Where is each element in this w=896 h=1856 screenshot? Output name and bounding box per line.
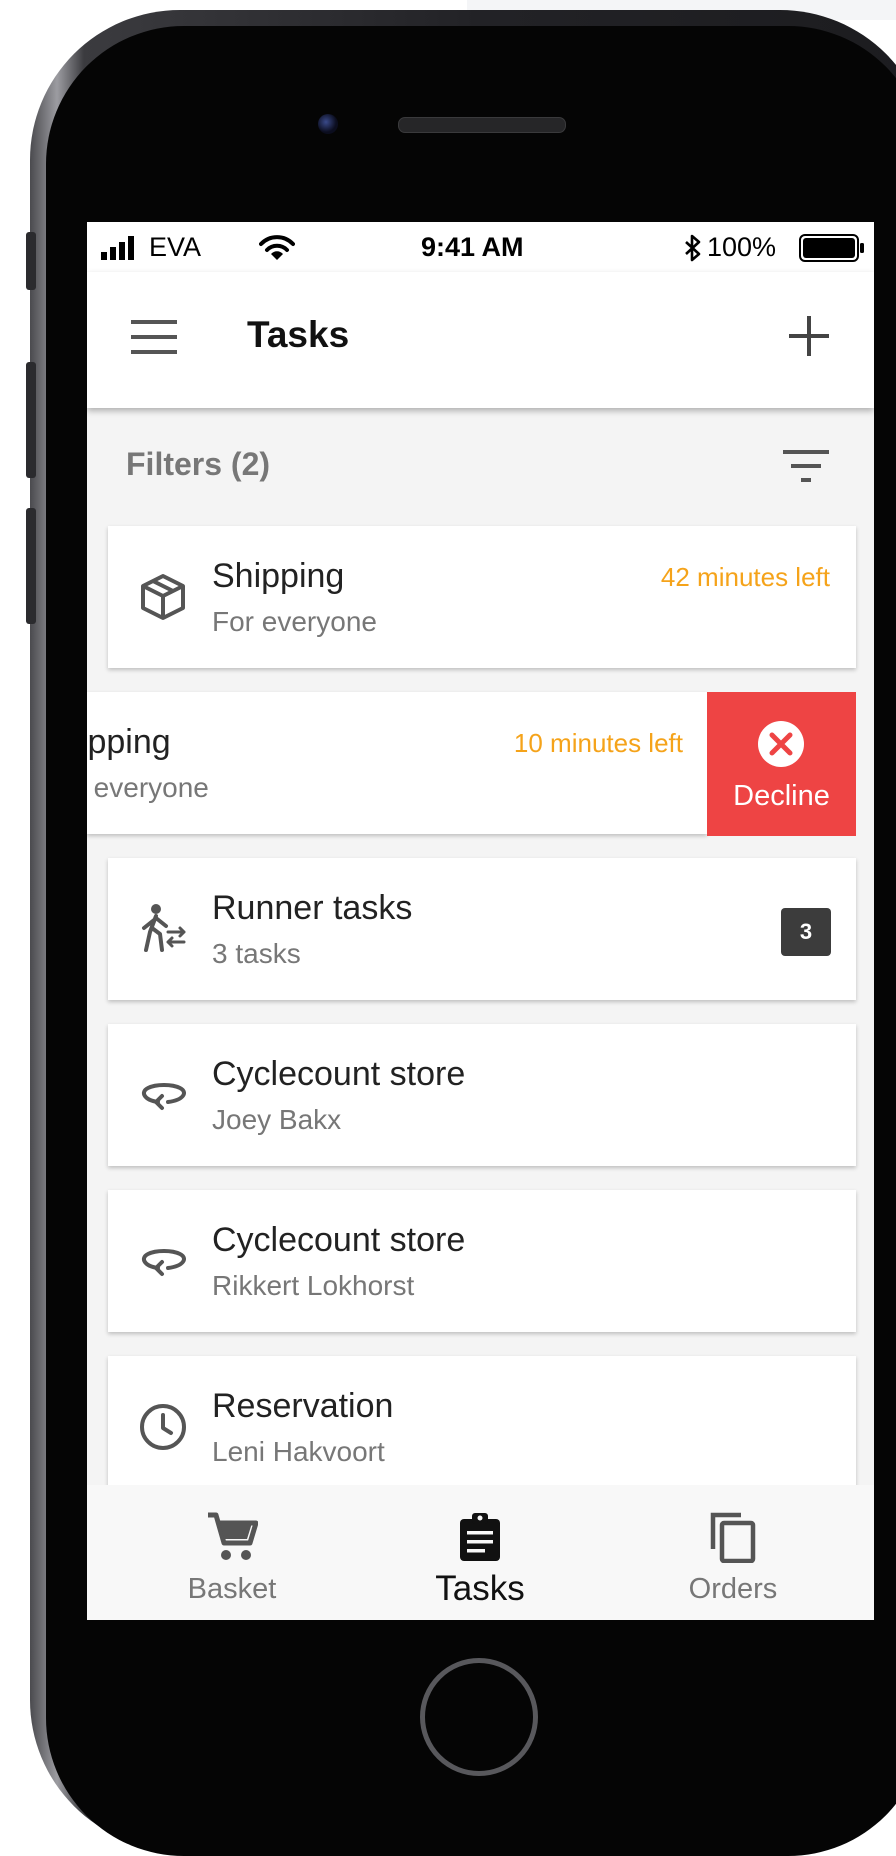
nav-item-orders[interactable]: Orders (643, 1485, 823, 1620)
battery-icon (799, 234, 864, 262)
runner-transfer-icon (142, 904, 186, 952)
add-task-plus-icon[interactable] (789, 316, 829, 356)
task-card-reservation[interactable]: Reservation Leni Hakvoort (108, 1356, 856, 1498)
page-title: Tasks (247, 314, 350, 355)
status-bar: EVA 9:41 AM 100% (87, 222, 874, 272)
cycle-arrow-icon (141, 1249, 186, 1276)
task-subtitle: For everyone (212, 606, 377, 637)
front-camera (318, 114, 338, 134)
battery-percent: 100% (707, 232, 777, 262)
package-box-icon (141, 574, 185, 620)
app-screen: EVA 9:41 AM 100% Tasks Filters (2) Shipp… (87, 222, 874, 1620)
filters-label[interactable]: Filters (2) (126, 446, 270, 483)
nav-item-basket[interactable]: Basket (142, 1485, 322, 1620)
task-title: Shipping (212, 557, 345, 595)
swiped-task-row[interactable]: hipping or everyone 10 minutes left Decl… (87, 692, 874, 836)
task-title: Runner tasks (212, 889, 413, 927)
task-subtitle: Joey Bakx (212, 1104, 342, 1135)
clipboard-icon (460, 1513, 500, 1561)
shopping-cart-icon (208, 1512, 258, 1560)
app-bar: Tasks (87, 272, 874, 408)
task-card-runner-tasks[interactable]: Runner tasks 3 tasks 3 (108, 858, 856, 1000)
nav-item-tasks[interactable]: Tasks (390, 1485, 570, 1620)
task-title: Cyclecount store (212, 1221, 466, 1259)
mute-switch (26, 232, 36, 290)
close-circle-icon (758, 721, 804, 767)
copy-orders-icon (710, 1512, 756, 1563)
task-subtitle: Rikkert Lokhorst (212, 1270, 415, 1301)
volume-up-button (26, 362, 36, 478)
signal-icon (101, 236, 134, 260)
bluetooth-icon (685, 234, 701, 262)
task-title: Reservation (212, 1387, 394, 1425)
nav-label: Orders (688, 1573, 778, 1605)
nav-label: Tasks (435, 1569, 525, 1608)
nav-label: Basket (187, 1573, 277, 1605)
task-subtitle: 3 tasks (212, 938, 301, 969)
task-card-cyclecount[interactable]: Cyclecount store Joey Bakx (108, 1024, 856, 1166)
home-button[interactable] (420, 1658, 538, 1776)
task-title: hipping (87, 723, 171, 761)
cycle-arrow-icon (141, 1083, 186, 1110)
volume-down-button (26, 508, 36, 624)
count-badge: 3 (781, 908, 831, 956)
task-title: Cyclecount store (212, 1055, 466, 1093)
task-subtitle: Leni Hakvoort (212, 1436, 385, 1467)
task-subtitle: or everyone (87, 772, 209, 803)
decline-button[interactable]: Decline (707, 692, 856, 836)
carrier-name: EVA (149, 232, 202, 262)
time-left-label: 10 minutes left (513, 728, 683, 758)
filter-list-icon[interactable] (783, 450, 829, 484)
task-card-cyclecount[interactable]: Cyclecount store Rikkert Lokhorst (108, 1190, 856, 1332)
clock-icon (140, 1404, 186, 1450)
time-left-label: 42 minutes left (660, 562, 830, 592)
hamburger-menu-icon[interactable] (131, 320, 177, 354)
status-time: 9:41 AM (421, 232, 524, 262)
earpiece-speaker (398, 117, 566, 133)
task-card-shipping[interactable]: Shipping For everyone 42 minutes left (108, 526, 856, 668)
wifi-icon (259, 235, 295, 260)
decline-label: Decline (733, 780, 830, 812)
bottom-navigation: Basket Tasks Orders (87, 1485, 874, 1620)
task-card-shipping-swiped[interactable]: hipping or everyone 10 minutes left (87, 692, 707, 834)
